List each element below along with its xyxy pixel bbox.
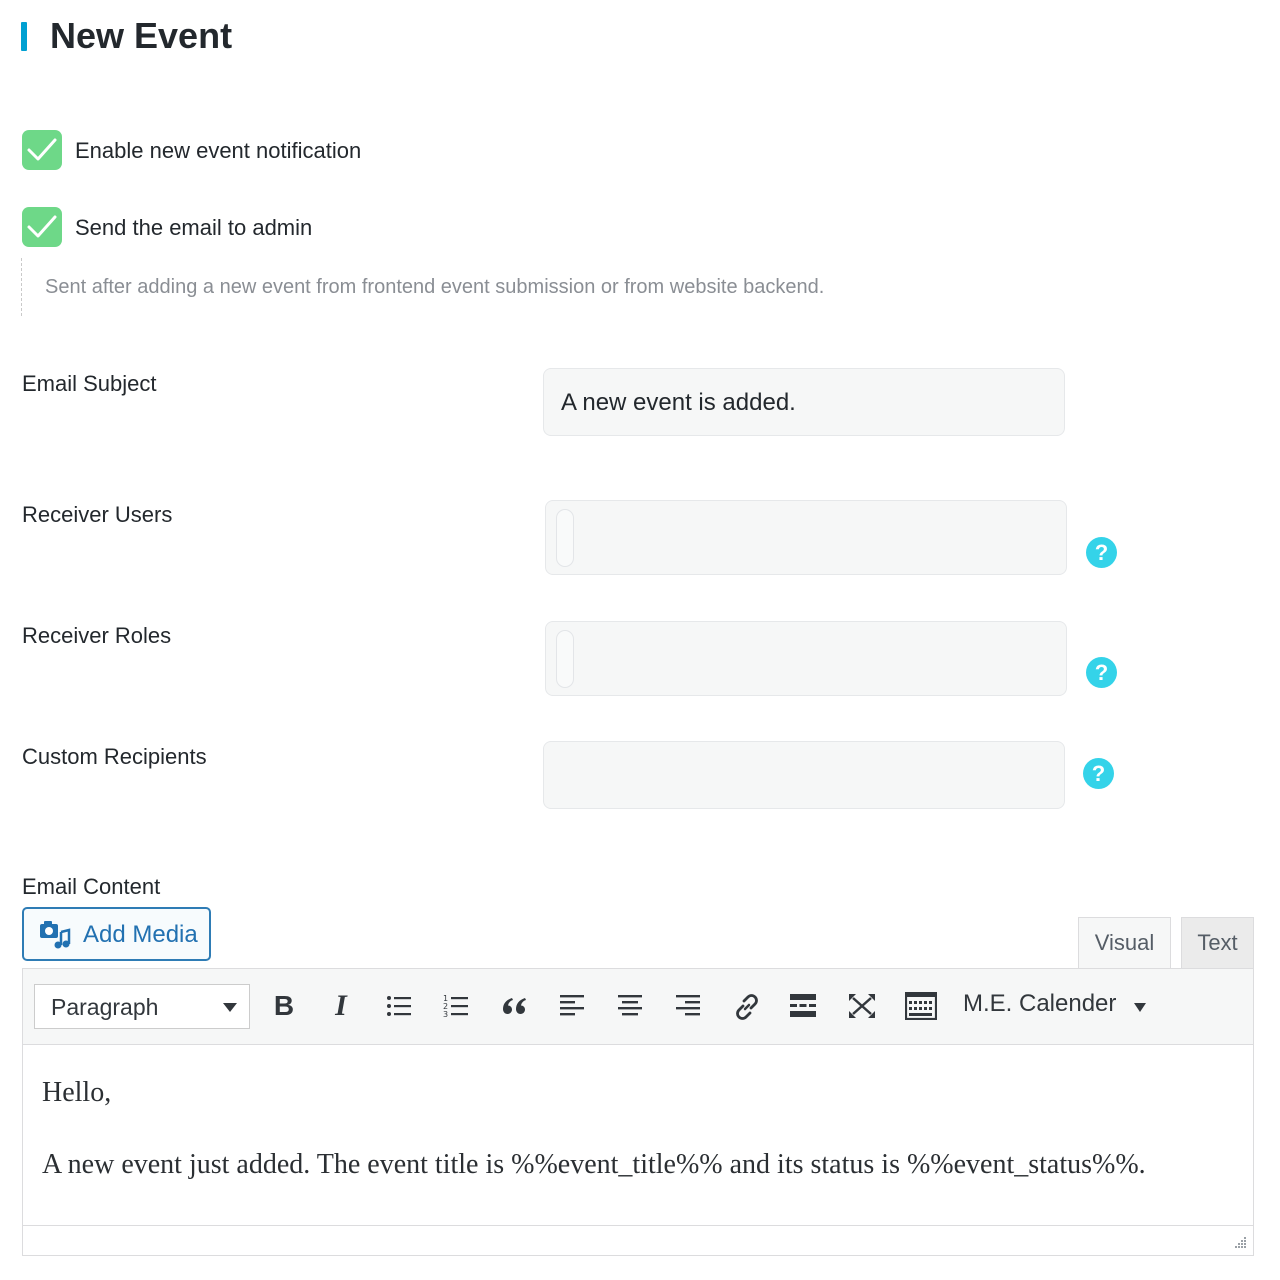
- enable-notification-checkbox[interactable]: [22, 130, 62, 170]
- content-body: A new event just added. The event title …: [42, 1149, 1146, 1180]
- svg-text:3: 3: [443, 1010, 448, 1019]
- media-icon: [40, 921, 71, 949]
- numbered-list-button[interactable]: 1 2 3: [436, 985, 476, 1027]
- align-left-icon: [560, 995, 584, 1016]
- align-center-icon: [618, 995, 642, 1016]
- tab-text[interactable]: Text: [1181, 917, 1254, 969]
- keyboard-icon: [905, 992, 937, 1020]
- fullscreen-button[interactable]: [841, 985, 881, 1027]
- bulleted-list-button[interactable]: [379, 985, 419, 1027]
- me-calendar-dropdown[interactable]: M.E. Calender: [963, 987, 1116, 1021]
- editor-toolbar: Paragraph B I 1 2 3 M.E. Calender: [23, 969, 1253, 1045]
- checkmark-icon: [27, 138, 57, 161]
- receiver-roles-label: Receiver Roles: [22, 623, 172, 648]
- align-center-button[interactable]: [610, 985, 650, 1027]
- toolbar-toggle-button[interactable]: [899, 985, 939, 1027]
- receiver-roles-token-area[interactable]: [556, 630, 574, 688]
- add-media-button[interactable]: Add Media: [22, 907, 211, 961]
- send-to-admin-label[interactable]: Send the email to admin: [75, 213, 312, 243]
- custom-recipients-label: Custom Recipients: [22, 744, 207, 769]
- numbered-list-icon: 1 2 3: [443, 994, 468, 1019]
- email-subject-value: A new event is added.: [561, 389, 796, 416]
- option-description: Sent after adding a new event from front…: [45, 276, 825, 298]
- receiver-users-select[interactable]: [545, 500, 1067, 575]
- read-more-button[interactable]: [783, 985, 823, 1027]
- tab-visual[interactable]: Visual: [1078, 917, 1171, 970]
- email-subject-label: Email Subject: [22, 371, 157, 396]
- checkmark-icon: [27, 215, 57, 238]
- description-divider: [21, 258, 22, 316]
- page-title: New Event: [50, 15, 233, 56]
- blockquote-button[interactable]: [494, 985, 534, 1027]
- email-content-label: Email Content: [22, 874, 161, 899]
- receiver-roles-help-icon[interactable]: ?: [1086, 657, 1117, 688]
- format-select[interactable]: Paragraph: [34, 984, 250, 1029]
- bold-button[interactable]: B: [264, 985, 304, 1027]
- receiver-users-token-area[interactable]: [556, 509, 574, 567]
- title-accent-bar: [21, 22, 27, 51]
- custom-recipients-help-icon[interactable]: ?: [1083, 758, 1114, 789]
- editor-content-area[interactable]: Hello, A new event just added. The event…: [42, 1071, 1232, 1215]
- receiver-roles-select[interactable]: [545, 621, 1067, 696]
- send-to-admin-checkbox[interactable]: [22, 207, 62, 247]
- align-right-button[interactable]: [668, 985, 708, 1027]
- me-calendar-caret-icon[interactable]: [1134, 1003, 1146, 1012]
- custom-recipients-input[interactable]: [543, 741, 1065, 809]
- email-subject-input[interactable]: A new event is added.: [543, 368, 1065, 436]
- email-content-editor: Paragraph B I 1 2 3 M.E. Calender Hello,…: [22, 968, 1254, 1256]
- add-media-label: Add Media: [83, 921, 198, 948]
- receiver-users-help-icon[interactable]: ?: [1086, 537, 1117, 568]
- editor-statusbar: [23, 1225, 1253, 1255]
- receiver-users-label: Receiver Users: [22, 502, 173, 527]
- align-right-icon: [676, 995, 700, 1016]
- insert-link-button[interactable]: [726, 985, 766, 1027]
- enable-notification-label[interactable]: Enable new event notification: [75, 136, 361, 166]
- read-more-icon: [790, 994, 816, 1017]
- resize-grip-icon[interactable]: [1233, 1235, 1247, 1249]
- bulleted-list-icon: [387, 996, 411, 1016]
- fullscreen-icon: [849, 994, 875, 1018]
- content-greeting: Hello,: [42, 1077, 112, 1108]
- chevron-down-icon: [223, 1003, 237, 1012]
- format-select-value: Paragraph: [51, 994, 159, 1020]
- italic-button[interactable]: I: [321, 985, 361, 1027]
- link-icon: [736, 994, 758, 1020]
- blockquote-icon: [503, 998, 526, 1014]
- align-left-button[interactable]: [552, 985, 592, 1027]
